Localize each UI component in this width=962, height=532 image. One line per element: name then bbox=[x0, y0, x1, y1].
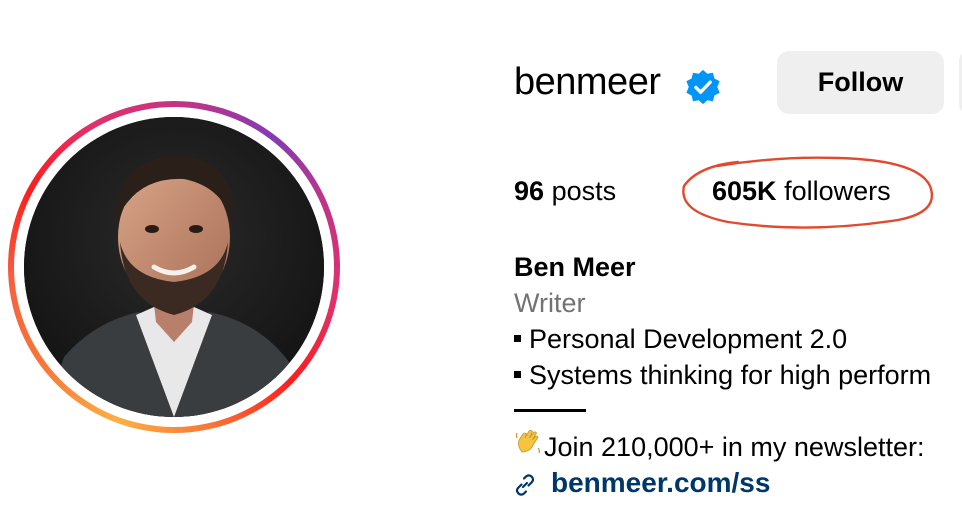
bio-text: Systems thinking for high perform bbox=[529, 360, 932, 390]
bio-divider bbox=[514, 409, 586, 412]
profile-avatar[interactable] bbox=[8, 101, 340, 433]
verified-badge-icon bbox=[684, 68, 722, 106]
bio-link[interactable]: benmeer.com/ss bbox=[551, 466, 770, 500]
avatar-photo bbox=[24, 117, 324, 417]
bio-line: Join 210,000+ in my newsletter: bbox=[514, 428, 924, 464]
profile-username: benmeer bbox=[514, 61, 661, 103]
bio-line: Systems thinking for high perform bbox=[514, 358, 931, 392]
category-label: Writer bbox=[514, 288, 586, 318]
posts-number: 96 bbox=[514, 176, 545, 206]
waving-hand-icon bbox=[514, 428, 544, 464]
bio-text: Personal Development 2.0 bbox=[529, 324, 848, 354]
full-name: Ben Meer bbox=[514, 252, 636, 282]
posts-count: 96 posts bbox=[514, 173, 616, 209]
posts-label: posts bbox=[551, 176, 617, 206]
bullet bbox=[514, 371, 521, 379]
follow-button[interactable]: Follow bbox=[777, 51, 944, 114]
annotation-circle bbox=[682, 156, 933, 229]
link-icon bbox=[512, 472, 538, 498]
bio-line: Personal Development 2.0 bbox=[514, 322, 847, 356]
bio-text: Join 210,000+ in my newsletter: bbox=[544, 432, 925, 462]
bullet bbox=[514, 335, 521, 343]
